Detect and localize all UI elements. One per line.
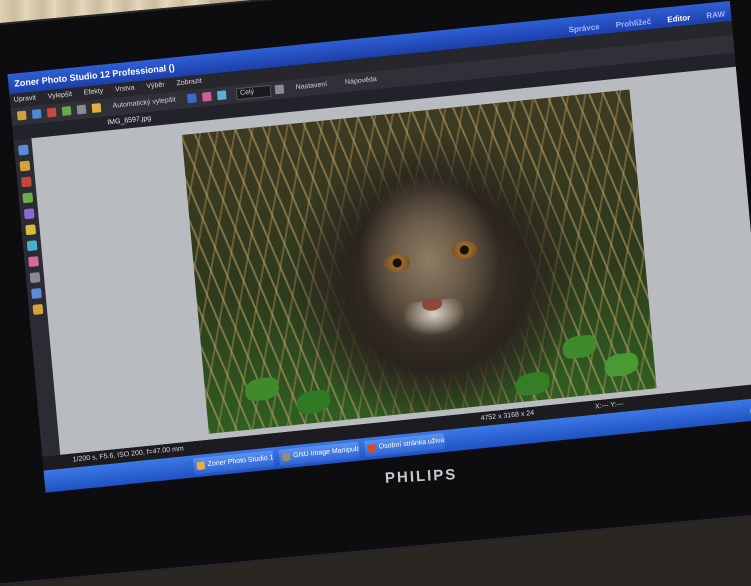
browser-icon — [367, 443, 377, 453]
fit-icon[interactable] — [274, 84, 285, 94]
open-icon[interactable] — [16, 110, 27, 121]
monitor-screen: Zoner Photo Studio 12 Professional () Sp… — [0, 0, 751, 538]
taskbar-item-gimp[interactable]: GNU Image Manipulat... — [278, 441, 360, 466]
select-tool-icon[interactable] — [19, 160, 31, 172]
shape-tool-icon[interactable] — [29, 272, 41, 284]
fill-tool-icon[interactable] — [26, 240, 38, 252]
save-icon[interactable] — [31, 108, 42, 119]
redo-icon[interactable] — [61, 105, 72, 116]
text-tool-icon[interactable] — [28, 256, 40, 268]
leaf — [244, 376, 281, 402]
hand-tool-icon[interactable] — [32, 303, 44, 315]
menu-edit[interactable]: Upravit — [14, 95, 37, 104]
leaf — [561, 334, 598, 360]
help-link[interactable]: Nápověda — [345, 76, 377, 86]
taskbar-item-label: Osobní stránka uživat... — [378, 436, 446, 451]
tab-viewer[interactable]: Prohlížeč — [615, 17, 651, 30]
gimp-icon — [282, 452, 291, 462]
clone-tool-icon[interactable] — [23, 208, 35, 220]
auto-enhance-icon[interactable] — [91, 102, 102, 113]
zoner-icon — [196, 461, 206, 471]
crop-tool-icon[interactable] — [20, 176, 32, 188]
leaf — [514, 371, 551, 397]
document-tab[interactable]: IMG_6597.jpg — [107, 115, 151, 126]
menu-view[interactable]: Zobrazit — [176, 78, 202, 88]
app-window: Zoner Photo Studio 12 Professional () Sp… — [7, 0, 751, 493]
leaf — [295, 389, 332, 415]
menu-layer[interactable]: Vrstva — [115, 85, 135, 94]
kitten-eye-left — [383, 252, 411, 274]
menu-effects[interactable]: Efekty — [84, 88, 104, 97]
menu-enhance[interactable]: Vylepšit — [48, 91, 73, 100]
taskbar-item-zoner[interactable]: Zoner Photo Studio 1... — [193, 450, 275, 475]
settings-link[interactable]: Nastavení — [295, 81, 327, 91]
print-icon[interactable] — [76, 104, 87, 115]
leaf — [603, 352, 640, 378]
menu-selection[interactable]: Výběr — [146, 81, 165, 90]
crop-icon[interactable] — [216, 89, 227, 100]
kitten-photo — [181, 89, 657, 434]
zoom-select[interactable]: Celý — [235, 84, 272, 101]
taskbar-item-browser[interactable]: Osobní stránka uživat... — [364, 433, 446, 458]
system-tray — [746, 400, 751, 421]
kitten-eye-right — [450, 239, 479, 261]
rotate-icon[interactable] — [187, 92, 197, 103]
move-tool-icon[interactable] — [18, 144, 29, 156]
zoom-tool-icon[interactable] — [31, 287, 42, 299]
taskbar-item-label: Zoner Photo Studio 1... — [207, 453, 275, 469]
color-icon[interactable] — [202, 91, 212, 102]
tab-manager[interactable]: Správce — [568, 22, 600, 34]
taskbar-item-label: GNU Image Manipulat... — [292, 444, 360, 460]
auto-enhance-button[interactable]: Automatický vylepšit — [112, 96, 176, 109]
tab-editor[interactable]: Editor — [667, 13, 691, 24]
brush-tool-icon[interactable] — [22, 192, 34, 204]
tab-raw[interactable]: RAW — [706, 9, 725, 20]
eraser-tool-icon[interactable] — [25, 224, 37, 236]
undo-icon[interactable] — [46, 107, 57, 118]
